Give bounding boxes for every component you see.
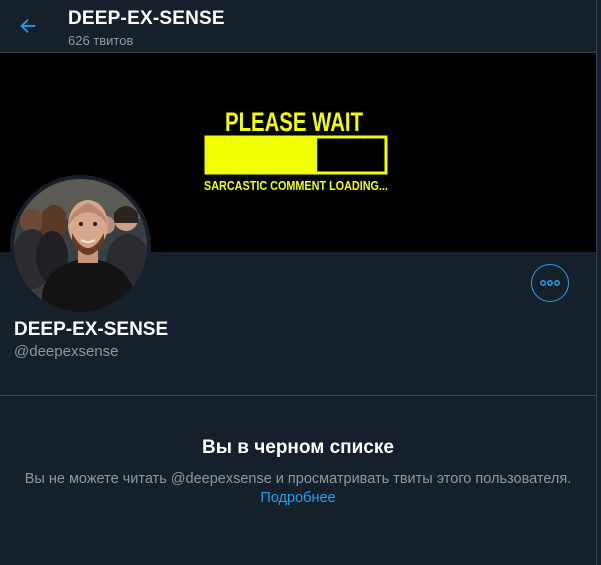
back-button[interactable] xyxy=(10,8,46,44)
blocked-message: Вы не можете читать @deepexsense и просм… xyxy=(24,471,572,487)
banner-headline: PLEASE WAIT xyxy=(225,107,363,137)
user-handle: @deepexsense xyxy=(14,343,119,360)
tweet-count: 626 твитов xyxy=(68,33,134,48)
profile-page: DEEP-EX-SENSE 626 твитов PLEASE WAIT SAR… xyxy=(0,0,597,565)
learn-more-link[interactable]: Подробнее xyxy=(260,490,335,506)
banner-progress-fill xyxy=(207,138,318,172)
banner-caption: SARCASTIC COMMENT LOADING... xyxy=(204,179,388,193)
header-title: DEEP-EX-SENSE xyxy=(68,8,225,29)
learn-more-wrapper: Подробнее xyxy=(0,490,596,506)
top-header: DEEP-EX-SENSE 626 твитов xyxy=(0,0,596,53)
display-name: DEEP-EX-SENSE xyxy=(14,319,169,340)
more-horizontal-icon xyxy=(540,280,560,286)
profile-avatar[interactable] xyxy=(10,175,151,316)
arrow-left-icon xyxy=(20,18,36,34)
blocked-title: Вы в черном списке xyxy=(202,437,394,458)
avatar-photo xyxy=(14,179,147,312)
more-options-button[interactable] xyxy=(531,264,569,302)
section-divider xyxy=(0,395,596,396)
